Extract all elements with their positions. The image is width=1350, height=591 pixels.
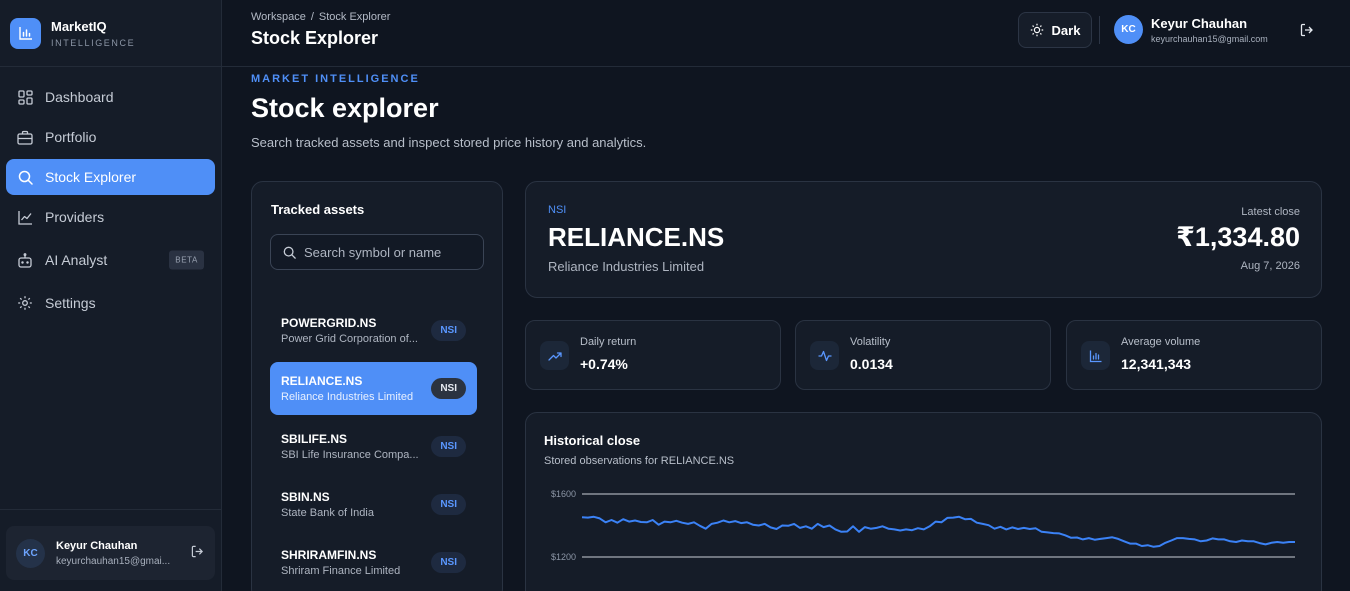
activity-icon — [810, 341, 839, 370]
brand-name: MarketIQ — [51, 18, 107, 34]
brand: MarketIQ INTELLIGENCE — [0, 0, 221, 67]
sidebar-item-label: Providers — [45, 209, 105, 225]
historical-close-card: Historical close Stored observations for… — [525, 412, 1322, 591]
brand-subtitle: INTELLIGENCE — [51, 37, 136, 48]
search-box[interactable] — [270, 234, 484, 270]
sidebar-item-stock-explorer[interactable]: Stock Explorer — [6, 159, 215, 195]
sidebar-item-label: Portfolio — [45, 129, 97, 145]
metric-label: Volatility — [850, 336, 891, 348]
y-tick-label: $1600 — [551, 489, 576, 499]
bot-icon — [17, 252, 33, 268]
breadcrumb-item-current: Stock Explorer — [318, 11, 391, 23]
sidebar-item-label: Stock Explorer — [45, 169, 137, 185]
sidebar-nav: Dashboard Portfolio Stock Explorer Provi… — [0, 67, 221, 337]
tracked-assets-panel: Tracked assets POWERGRID.NS Power Grid C… — [251, 181, 503, 591]
asset-name: Power Grid Corporation of... — [281, 333, 418, 345]
theme-toggle-button[interactable]: Dark — [1018, 12, 1092, 48]
trend-up-icon — [540, 341, 569, 370]
latest-close-label: Latest close — [1241, 206, 1300, 218]
bar-chart-icon — [1081, 341, 1110, 370]
sidebar-item-label: AI Analyst — [45, 252, 108, 268]
exchange-label: NSI — [548, 204, 567, 216]
metric-value: 0.0134 — [850, 356, 893, 372]
breadcrumb-item-workspace[interactable]: Workspace — [251, 11, 306, 23]
user-name: Keyur Chauhan — [56, 539, 138, 552]
briefcase-icon — [17, 129, 33, 145]
exchange-badge: NSI — [431, 378, 466, 399]
avatar: KC — [1114, 15, 1143, 44]
close-price-line — [581, 515, 1295, 548]
exchange-badge: NSI — [431, 436, 466, 457]
user-email: keyurchauhan15@gmai... — [56, 555, 171, 567]
top-bar: Workspace / Stock Explorer Stock Explorer … — [222, 0, 1350, 67]
metric-value: 12,341,343 — [1121, 356, 1192, 372]
eyebrow-label: MARKET INTELLIGENCE — [251, 73, 420, 85]
grid-icon — [17, 89, 33, 105]
asset-detail-card: NSI RELIANCE.NS Reliance Industries Limi… — [525, 181, 1322, 298]
sidebar-item-label: Settings — [45, 295, 96, 311]
latest-close-price: ₹1,334.80 — [1176, 222, 1300, 252]
sidebar-item-settings[interactable]: Settings — [6, 285, 215, 321]
breadcrumb: Workspace / Stock Explorer — [251, 11, 390, 23]
asset-name: SBI Life Insurance Compa... — [281, 449, 419, 461]
breadcrumb-separator: / — [310, 11, 314, 23]
metric-label: Average volume — [1121, 336, 1201, 348]
asset-item-powergrid[interactable]: POWERGRID.NS Power Grid Corporation of..… — [270, 304, 477, 357]
sidebar-item-dashboard[interactable]: Dashboard — [6, 79, 215, 115]
search-input[interactable] — [304, 244, 474, 260]
asset-list: POWERGRID.NS Power Grid Corporation of..… — [270, 304, 477, 591]
beta-badge: BETA — [169, 250, 204, 270]
avatar: KC — [16, 538, 45, 568]
asset-item-sbilife[interactable]: SBILIFE.NS SBI Life Insurance Compa... N… — [270, 420, 477, 473]
sidebar: MarketIQ INTELLIGENCE Dashboard Portfoli… — [0, 0, 222, 591]
search-icon — [283, 246, 296, 259]
logout-icon[interactable] — [1300, 23, 1314, 42]
line-chart-icon — [17, 209, 33, 225]
section-title: Stock explorer — [251, 93, 439, 123]
sidebar-user-card[interactable]: KC Keyur Chauhan keyurchauhan15@gmai... — [6, 526, 215, 580]
exchange-badge: NSI — [431, 494, 466, 515]
asset-name: Reliance Industries Limited — [281, 391, 414, 403]
exchange-badge: NSI — [431, 552, 466, 573]
sidebar-item-ai-analyst[interactable]: AI Analyst BETA — [6, 239, 215, 281]
theme-label: Dark — [1051, 22, 1081, 38]
historical-close-chart: $1600 $1200 — [551, 489, 1295, 562]
asset-symbol-heading: RELIANCE.NS — [548, 222, 725, 252]
sidebar-item-portfolio[interactable]: Portfolio — [6, 119, 215, 155]
page-title: Stock Explorer — [251, 28, 379, 48]
metric-volatility: Volatility 0.0134 — [795, 320, 1051, 390]
asset-item-shriramfin[interactable]: SHRIRAMFIN.NS Shriram Finance Limited NS… — [270, 536, 477, 589]
page-description: Search tracked assets and inspect stored… — [251, 135, 647, 150]
asset-company-name: Reliance Industries Limited — [548, 259, 705, 274]
panel-title: Tracked assets — [271, 202, 365, 217]
asset-item-reliance[interactable]: RELIANCE.NS Reliance Industries Limited … — [270, 362, 477, 415]
logout-icon[interactable] — [191, 545, 204, 563]
y-tick-label: $1200 — [551, 552, 576, 562]
metric-daily-return: Daily return +0.74% — [525, 320, 781, 390]
user-email: keyurchauhan15@gmail.com — [1151, 33, 1268, 44]
search-icon — [17, 169, 33, 185]
asset-item-sbin[interactable]: SBIN.NS State Bank of India NSI — [270, 478, 477, 531]
exchange-badge: NSI — [431, 320, 466, 341]
latest-close-date: Aug 7, 2026 — [1240, 260, 1300, 272]
top-user[interactable]: KC Keyur Chauhan keyurchauhan15@gmail.co… — [1114, 15, 1268, 44]
logo-icon — [10, 17, 41, 49]
metric-average-volume: Average volume 12,341,343 — [1066, 320, 1322, 390]
sidebar-item-label: Dashboard — [45, 89, 114, 105]
sidebar-item-providers[interactable]: Providers — [6, 199, 215, 235]
metric-value: +0.74% — [580, 356, 628, 372]
metric-label: Daily return — [580, 336, 637, 348]
asset-name: State Bank of India — [281, 507, 374, 519]
divider — [1099, 16, 1100, 44]
user-name: Keyur Chauhan — [1151, 15, 1248, 31]
asset-name: Shriram Finance Limited — [281, 565, 401, 577]
sidebar-footer: KC Keyur Chauhan keyurchauhan15@gmai... — [0, 509, 221, 591]
sun-icon — [1030, 23, 1044, 37]
gear-icon — [17, 295, 33, 311]
